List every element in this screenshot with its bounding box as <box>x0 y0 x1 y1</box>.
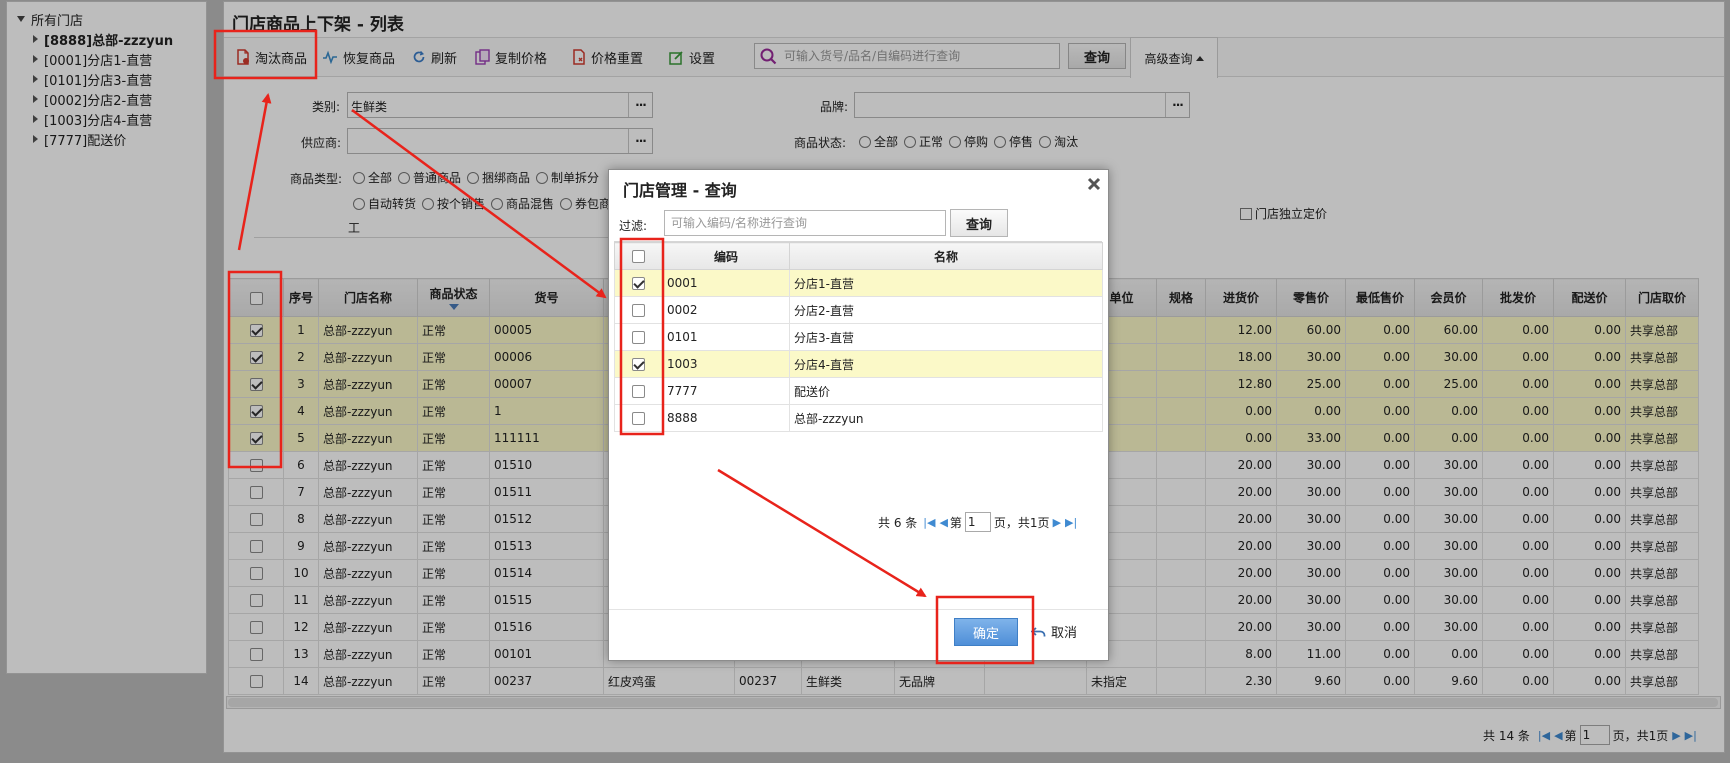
store-select-cell[interactable] <box>614 296 663 324</box>
store-name: 分店1-直营 <box>789 269 1103 297</box>
store-select-cell[interactable] <box>614 350 663 378</box>
store-name: 分店2-直营 <box>789 296 1103 324</box>
dialog-pager: 共 6 条 |◀ ◀ 第 1 页，共1页 ▶ ▶| <box>878 512 1079 532</box>
dialog-first-page-icon[interactable]: |◀ <box>923 516 935 529</box>
store-row[interactable]: 8888 总部-zzzyun <box>614 404 1103 432</box>
store-query-dialog: 门店管理 - 查询 过滤: 查询 编码 名称 0001分店1-直营0002分店2… <box>608 169 1109 661</box>
store-checkbox[interactable] <box>632 331 645 344</box>
store-row[interactable]: 7777 配送价 <box>614 377 1103 405</box>
store-code: 1003 <box>662 350 790 378</box>
dialog-pager-suffix: 页，共1页 <box>993 515 1050 530</box>
filter-label: 过滤: <box>619 219 648 233</box>
store-checkbox[interactable] <box>632 385 645 398</box>
store-row[interactable]: 0002 分店2-直营 <box>614 296 1103 324</box>
store-code: 8888 <box>662 404 790 432</box>
store-code: 0001 <box>662 269 790 297</box>
dialog-prev-page-icon[interactable]: ◀ <box>939 516 947 529</box>
store-select-cell[interactable] <box>614 377 663 405</box>
filter-input[interactable] <box>669 212 939 234</box>
cancel-label: 取消 <box>1051 626 1078 641</box>
store-name: 分店4-直营 <box>789 350 1103 378</box>
store-checkbox[interactable] <box>632 412 645 425</box>
header-name[interactable]: 名称 <box>789 242 1103 270</box>
select-all-checkbox[interactable] <box>632 250 645 263</box>
store-checkbox[interactable] <box>632 277 645 290</box>
store-code: 7777 <box>662 377 790 405</box>
store-code: 0002 <box>662 296 790 324</box>
header-code[interactable]: 编码 <box>662 242 790 270</box>
store-name: 配送价 <box>789 377 1103 405</box>
dialog-pager-total: 共 6 条 <box>878 515 918 530</box>
store-checkbox[interactable] <box>632 358 645 371</box>
store-select-cell[interactable] <box>614 404 663 432</box>
store-select-cell[interactable] <box>614 323 663 351</box>
undo-icon <box>1031 626 1046 636</box>
dialog-footer-divider <box>609 609 1108 610</box>
store-row[interactable]: 0001 分店1-直营 <box>614 269 1103 297</box>
store-row[interactable]: 0101 分店3-直营 <box>614 323 1103 351</box>
confirm-button[interactable]: 确定 <box>954 618 1018 646</box>
dialog-next-page-icon[interactable]: ▶ <box>1053 516 1061 529</box>
dialog-last-page-icon[interactable]: ▶| <box>1065 516 1077 529</box>
store-name: 分店3-直营 <box>789 323 1103 351</box>
select-all-header[interactable] <box>614 242 663 270</box>
dialog-query-button[interactable]: 查询 <box>950 209 1008 237</box>
cancel-button[interactable]: 取消 <box>1031 622 1077 641</box>
store-name: 总部-zzzyun <box>789 404 1103 432</box>
store-row[interactable]: 1003 分店4-直营 <box>614 350 1103 378</box>
store-checkbox[interactable] <box>632 304 645 317</box>
filter-field[interactable] <box>664 210 946 236</box>
dialog-page-input[interactable]: 1 <box>964 512 991 532</box>
store-code: 0101 <box>662 323 790 351</box>
dialog-title: 门店管理 - 查询 <box>623 181 737 200</box>
close-icon[interactable] <box>1086 176 1102 192</box>
dialog-pager-prefix: 第 <box>949 515 962 530</box>
store-table: 编码 名称 0001 分店1-直营 0002 分店2-直营 0101 分店3-直营 1003… <box>614 241 1103 605</box>
store-select-cell[interactable] <box>614 269 663 297</box>
